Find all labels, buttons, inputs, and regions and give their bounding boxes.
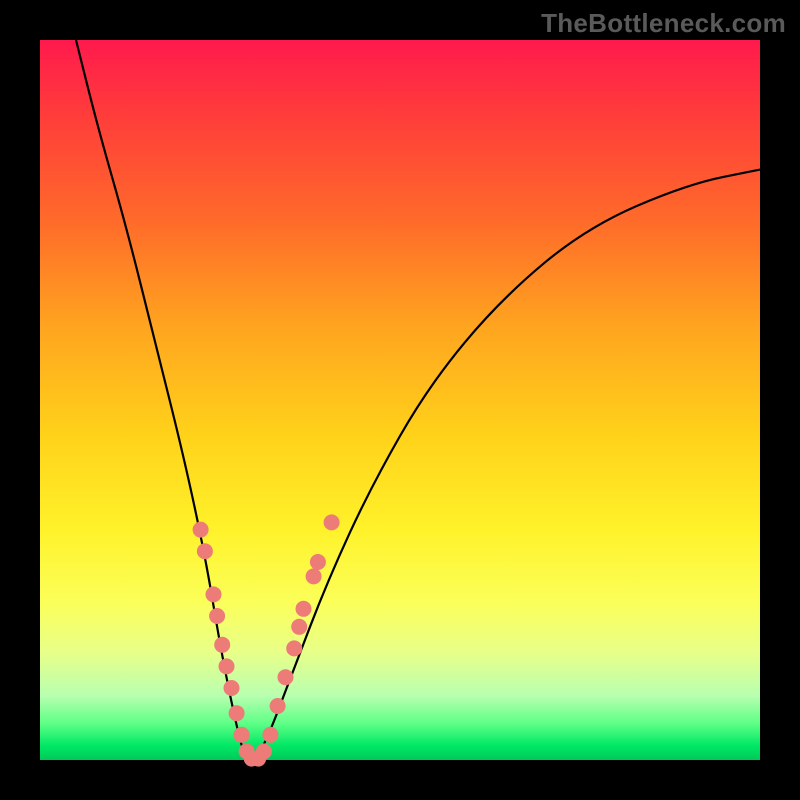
plot-area [40,40,760,760]
data-marker [324,514,340,530]
data-marker [193,522,209,538]
data-marker [286,640,302,656]
data-marker [262,727,278,743]
data-marker [256,743,272,759]
data-marker [219,658,235,674]
data-marker [296,601,312,617]
data-marker [278,669,294,685]
watermark-text: TheBottleneck.com [541,8,786,39]
data-marker [291,619,307,635]
data-marker [234,727,250,743]
curve-layer [40,40,760,760]
data-marker [310,554,326,570]
data-marker [229,705,245,721]
data-marker [224,680,240,696]
data-marker [209,608,225,624]
chart-stage: TheBottleneck.com [0,0,800,800]
data-marker [270,698,286,714]
data-marker [206,586,222,602]
bottleneck-curve [76,40,760,760]
data-marker [306,568,322,584]
data-marker [197,543,213,559]
marker-group [193,514,340,766]
data-marker [214,637,230,653]
